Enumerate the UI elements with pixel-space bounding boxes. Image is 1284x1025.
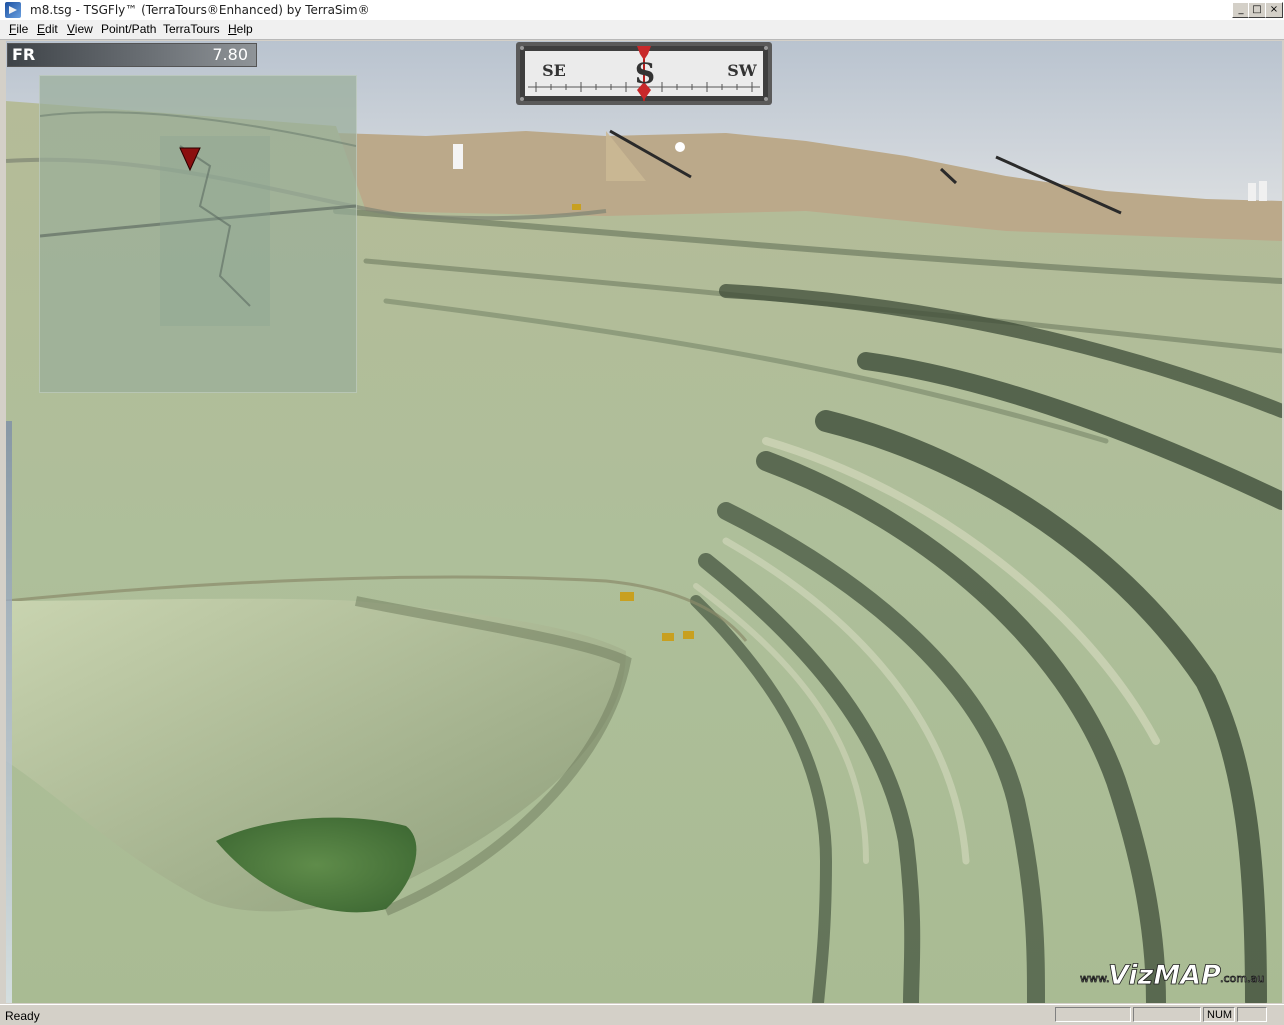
loader (683, 631, 694, 639)
window-title: m8.tsg - TSGFly™ (TerraTours®Enhanced) b… (30, 3, 370, 17)
edge-strip (6, 421, 12, 1003)
menu-view-mnemonic: V (67, 22, 75, 36)
minimap-image (39, 76, 357, 392)
status-num-indicator: NUM (1203, 1007, 1235, 1022)
menu-point-path[interactable]: Point/Path (101, 22, 156, 36)
watermark-suffix: .com.au (1220, 972, 1264, 985)
menu-bar: File Edit View Point/Path TerraTours Hel… (0, 20, 1284, 40)
tank-structure-1 (1248, 183, 1256, 201)
menu-edit[interactable]: Edit (37, 22, 58, 36)
vizmap-watermark: www. VizMAP .com.au (1080, 960, 1270, 992)
haul-truck (620, 592, 634, 601)
maximize-button[interactable]: □ (1248, 2, 1266, 18)
menu-help[interactable]: Help (228, 22, 253, 36)
water-tank (675, 142, 685, 152)
status-text: Ready (5, 1009, 40, 1023)
menu-view-label: iew (74, 22, 93, 36)
menu-edit-mnemonic: E (37, 22, 46, 36)
menu-help-mnemonic: H (228, 22, 237, 36)
overview-minimap[interactable] (39, 75, 357, 393)
compass-graphic: SE S SW (516, 42, 772, 105)
distant-truck (572, 204, 581, 210)
tank-structure-2 (1259, 181, 1267, 201)
menu-edit-label: dit (45, 22, 58, 36)
frame-rate-panel: FR 7.80 (7, 43, 257, 67)
watermark-logo: www. VizMAP .com.au (1080, 960, 1265, 992)
app-icon[interactable] (5, 2, 21, 18)
watermark-prefix: www. (1080, 972, 1109, 985)
frame-rate-label: FR (12, 45, 36, 64)
status-cell-1 (1055, 1007, 1131, 1022)
silo-structure (453, 144, 463, 169)
status-cell-4 (1237, 1007, 1267, 1022)
compass: SE S SW (516, 42, 772, 105)
menu-help-label: elp (236, 22, 253, 36)
watermark-brand: VizMAP (1108, 960, 1221, 990)
frame-rate-value: 7.80 (212, 45, 248, 64)
status-bar: Ready NUM (0, 1004, 1284, 1025)
menu-file[interactable]: File (9, 22, 28, 36)
menu-view[interactable]: View (67, 22, 93, 36)
menu-terratours[interactable]: TerraTours (163, 22, 220, 36)
close-button[interactable]: × (1265, 2, 1283, 18)
excavator (662, 633, 674, 641)
compass-center-heading: S (635, 57, 655, 90)
compass-left-heading: SE (542, 61, 566, 80)
title-bar: m8.tsg - TSGFly™ (TerraTours®Enhanced) b… (0, 0, 1284, 21)
menu-file-label: ile (16, 22, 29, 36)
compass-right-heading: SW (727, 61, 758, 80)
status-cell-2 (1133, 1007, 1201, 1022)
